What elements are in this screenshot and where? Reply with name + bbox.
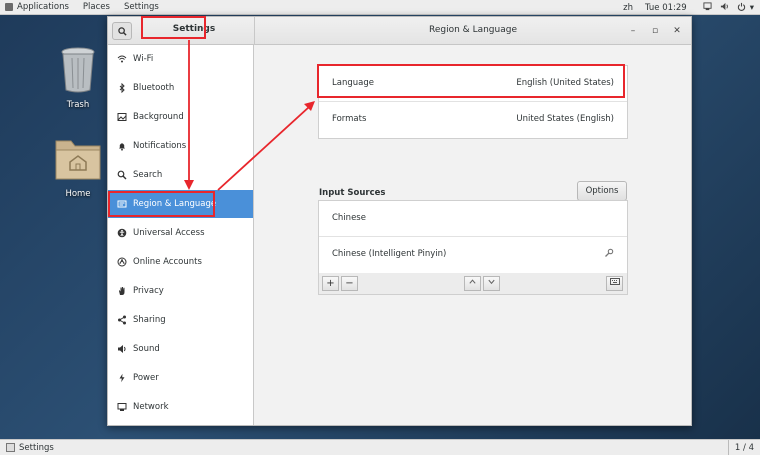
clock[interactable]: Tue 01:29 xyxy=(645,3,687,13)
sidebar-item-label: Sharing xyxy=(133,315,166,325)
settings-window-icon xyxy=(6,443,15,452)
sidebar-item-label: Notifications xyxy=(133,141,187,151)
sidebar-item-label: Sound xyxy=(133,344,160,354)
sidebar-item-background[interactable]: Background xyxy=(108,103,253,131)
sidebar-item-search[interactable]: Search xyxy=(108,161,253,189)
input-source-label: Chinese (Intelligent Pinyin) xyxy=(332,249,447,259)
input-sources-header: Input Sources xyxy=(319,188,386,198)
chevron-up-icon xyxy=(469,279,476,284)
input-source-settings-icon[interactable] xyxy=(604,248,614,261)
input-source-label: Chinese xyxy=(332,213,366,223)
input-sources-toolbar: + − xyxy=(318,273,628,295)
sidebar-item-label: Wi-Fi xyxy=(133,54,154,64)
bottom-taskbar: Settings 1 / 4 xyxy=(0,439,760,455)
sidebar-item-bluetooth[interactable]: Bluetooth xyxy=(108,74,253,102)
region-language-panel: Language English (United States) Formats… xyxy=(255,45,691,425)
search-button[interactable] xyxy=(112,22,132,40)
share-icon xyxy=(117,315,127,325)
annotation-box-region-language xyxy=(108,191,215,217)
search-icon xyxy=(117,170,127,180)
chevron-down-icon xyxy=(488,279,495,285)
power-icon xyxy=(117,373,127,383)
home-desktop-icon[interactable]: Home xyxy=(48,133,108,199)
sidebar-item-label: Universal Access xyxy=(133,228,205,238)
applications-menu[interactable]: Applications xyxy=(17,2,69,12)
home-folder-icon xyxy=(55,140,101,180)
keyboard-layout-indicator[interactable]: zh xyxy=(623,3,633,13)
formats-value: United States (English) xyxy=(516,114,614,124)
minimize-button[interactable]: – xyxy=(627,25,639,37)
system-menu-arrow-icon[interactable]: ▾ xyxy=(750,3,754,13)
sidebar-item-label: Background xyxy=(133,112,184,122)
accessibility-icon xyxy=(117,228,127,238)
sidebar-item-sharing[interactable]: Sharing xyxy=(108,306,253,334)
input-source-row[interactable]: Chinese xyxy=(319,201,627,237)
annotation-box-language-row xyxy=(317,64,625,98)
applications-icon xyxy=(5,3,13,11)
panel-title: Region & Language xyxy=(429,25,517,35)
sidebar-item-privacy[interactable]: Privacy xyxy=(108,277,253,305)
sidebar-item-label: Power xyxy=(133,373,159,383)
keyboard-icon xyxy=(609,278,620,285)
sidebar-item-online-accounts[interactable]: Online Accounts xyxy=(108,248,253,276)
trash-label: Trash xyxy=(66,100,90,110)
options-button[interactable]: Options xyxy=(577,181,627,201)
sidebar-item-wifi[interactable]: Wi-Fi xyxy=(108,45,253,73)
close-button[interactable]: ✕ xyxy=(671,25,683,37)
move-down-button[interactable] xyxy=(483,276,500,291)
wifi-icon xyxy=(117,54,127,64)
sidebar-item-network[interactable]: Network xyxy=(108,393,253,421)
maximize-button[interactable]: ▫ xyxy=(649,25,661,37)
home-label: Home xyxy=(65,189,91,199)
sidebar-item-label: Bluetooth xyxy=(133,83,175,93)
sidebar-item-sound[interactable]: Sound xyxy=(108,335,253,363)
places-menu[interactable]: Places xyxy=(83,2,110,12)
move-up-button[interactable] xyxy=(464,276,481,291)
top-bar: Applications Places Settings zh Tue 01:2… xyxy=(0,0,760,15)
input-sources-list: Chinese Chinese (Intelligent Pinyin) xyxy=(318,200,628,274)
sidebar-item-label: Network xyxy=(133,402,169,412)
remove-input-source-button[interactable]: − xyxy=(341,276,358,291)
annotation-box-settings-title xyxy=(141,16,206,39)
input-source-row[interactable]: Chinese (Intelligent Pinyin) xyxy=(319,237,627,273)
sidebar-item-notifications[interactable]: Notifications xyxy=(108,132,253,160)
trash-desktop-icon[interactable]: Trash xyxy=(48,46,108,110)
power-menu-icon[interactable] xyxy=(737,2,746,14)
sidebar-item-label: Search xyxy=(133,170,163,180)
search-icon xyxy=(117,26,127,36)
sidebar-item-label: Online Accounts xyxy=(133,257,202,267)
sidebar-item-label: Privacy xyxy=(133,286,164,296)
network-icon xyxy=(117,402,127,412)
trash-icon xyxy=(61,47,95,93)
formats-label: Formats xyxy=(332,114,367,124)
formats-row[interactable]: Formats United States (English) xyxy=(319,102,627,138)
bell-icon xyxy=(117,141,127,151)
show-keyboard-layout-button[interactable] xyxy=(606,276,623,291)
sidebar-item-universal-access[interactable]: Universal Access xyxy=(108,219,253,247)
volume-icon[interactable] xyxy=(720,2,729,14)
hand-icon xyxy=(117,286,127,296)
settings-sidebar: Wi-Fi Bluetooth Background Notifications… xyxy=(108,45,254,425)
cloud-icon xyxy=(117,257,127,267)
settings-menu[interactable]: Settings xyxy=(124,2,159,12)
taskbar-settings-button[interactable]: Settings xyxy=(19,443,54,453)
background-icon xyxy=(117,112,127,122)
speaker-icon xyxy=(117,344,127,354)
add-input-source-button[interactable]: + xyxy=(322,276,339,291)
network-status-icon[interactable] xyxy=(703,1,712,14)
sidebar-item-power[interactable]: Power xyxy=(108,364,253,392)
bluetooth-icon xyxy=(117,83,127,93)
workspace-indicator[interactable]: 1 / 4 xyxy=(727,440,760,455)
